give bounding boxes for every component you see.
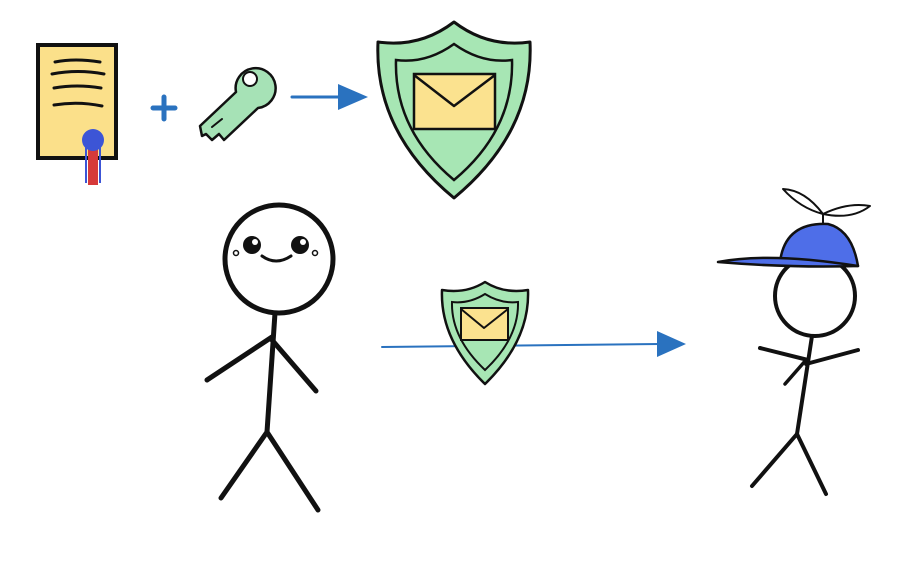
arrow-right-icon	[381, 331, 686, 357]
diagram-canvas	[0, 0, 916, 568]
certificate-icon	[36, 43, 118, 185]
key-icon	[198, 66, 277, 142]
arrow-right-icon	[290, 84, 368, 110]
shield-envelope-icon	[376, 20, 532, 200]
diagram-svg	[36, 20, 871, 513]
stick-figure-smiling	[204, 202, 336, 513]
plus-icon	[150, 94, 178, 122]
stick-figure-propeller-cap	[716, 188, 871, 496]
shield-envelope-icon	[440, 280, 530, 386]
